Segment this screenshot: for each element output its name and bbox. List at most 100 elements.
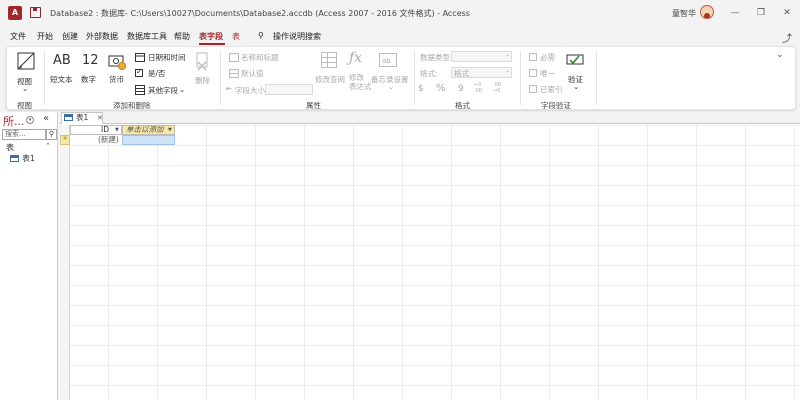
currency-icon <box>108 55 126 70</box>
minimize-button[interactable]: — <box>728 6 742 20</box>
required-label: 必需 <box>540 53 555 62</box>
field-size-icon: ⇤ <box>226 84 233 93</box>
modify-lookups-button[interactable]: 修改查阅 <box>315 74 345 85</box>
delete-button[interactable]: 删除 <box>195 75 210 86</box>
nav-item-table1[interactable]: 表1 <box>10 153 35 164</box>
column-sort-chevron-icon[interactable]: ▼ <box>115 126 119 134</box>
data-type-select[interactable] <box>451 51 512 62</box>
validation-icon <box>566 54 584 65</box>
nav-group-collapse-icon[interactable]: ⌃ <box>45 142 51 150</box>
collapse-ribbon-chevron-icon[interactable]: ⌄ <box>776 50 784 60</box>
function-fx-icon: ƒx <box>349 50 363 66</box>
format-chevron-icon[interactable]: ⌄ <box>505 67 510 74</box>
field-size-input[interactable] <box>265 84 313 95</box>
column-header-click-to-add[interactable]: 单击以添加 ▼ <box>122 125 175 135</box>
save-icon[interactable] <box>30 7 41 18</box>
access-app-icon[interactable]: A <box>8 6 22 20</box>
search-icon[interactable]: ⚲ <box>46 129 57 140</box>
unique-label: 唯一 <box>540 69 555 78</box>
currency-format-button[interactable]: $ <box>418 84 424 94</box>
svg-text:ab: ab <box>382 57 391 65</box>
datasheet-area: 表1 ✕ ID ▼ 单击以添加 ▼ * (新建) <box>59 112 800 400</box>
validation-chevron-icon[interactable]: ⌄ <box>573 82 579 91</box>
field-size-label: 字段大小 <box>235 86 265 95</box>
document-tab-table1[interactable]: 表1 ✕ <box>61 112 103 124</box>
divider <box>44 51 45 105</box>
table-icon <box>64 114 73 121</box>
currency-button[interactable]: 货币 <box>109 74 124 85</box>
yes-no-checkbox-icon <box>135 67 143 77</box>
tell-me-search[interactable]: 操作说明搜索 <box>273 31 321 42</box>
tab-home[interactable]: 开始 <box>37 31 53 42</box>
title-bar: A Database2 : 数据库- C:\Users\10027\Docume… <box>0 0 800 28</box>
data-type-label: 数据类型: <box>420 53 453 62</box>
close-button[interactable]: ✕ <box>780 6 794 20</box>
new-record-id-cell[interactable]: (新建) <box>70 135 122 145</box>
name-caption-icon <box>229 53 239 62</box>
share-icon[interactable]: ⤴ <box>782 30 792 45</box>
date-time-button[interactable]: 日期和时间 <box>148 52 186 63</box>
nav-pane-title[interactable]: 所... <box>3 113 25 129</box>
active-tab-indicator <box>199 43 225 45</box>
required-checkbox[interactable] <box>529 53 537 61</box>
modify-lookups-icon <box>321 52 337 68</box>
nav-search-input[interactable]: 搜索... <box>2 129 46 140</box>
unique-checkbox[interactable] <box>529 69 537 77</box>
datasheet-grid[interactable] <box>59 125 800 400</box>
user-name[interactable]: 童智华 <box>672 8 696 19</box>
new-record-marker: * <box>60 135 70 145</box>
ribbon-tabs: 文件 开始 创建 外部数据 数据库工具 帮助 表字段 表 ⚲ 操作说明搜索 <box>0 28 800 46</box>
yes-no-button[interactable]: 是/否 <box>148 68 166 79</box>
indexed-label: 已索引 <box>540 85 563 94</box>
short-text-icon: AB <box>53 53 71 68</box>
column-sort-chevron-icon[interactable]: ▼ <box>168 126 172 134</box>
tab-file[interactable]: 文件 <box>10 31 26 42</box>
new-record-add-cell[interactable] <box>122 135 175 145</box>
tab-database-tools[interactable]: 数据库工具 <box>127 31 167 42</box>
tab-help[interactable]: 帮助 <box>174 31 190 42</box>
nav-pane-collapse-icon[interactable]: « <box>43 113 49 124</box>
nav-group-tables[interactable]: 表 <box>6 142 14 153</box>
more-fields-button[interactable]: 其他字段 <box>148 85 178 96</box>
tab-table-fields[interactable]: 表字段 <box>199 31 223 42</box>
view-icon <box>17 52 35 70</box>
data-type-chevron-icon[interactable]: ⌄ <box>505 51 510 58</box>
close-icon[interactable]: ✕ <box>97 113 103 123</box>
column-header-id[interactable]: ID ▼ <box>70 125 122 135</box>
avatar[interactable] <box>700 5 714 19</box>
document-tab-strip: 表1 ✕ <box>59 112 800 124</box>
divider <box>596 51 597 105</box>
comma-format-button[interactable]: 9 <box>458 84 464 94</box>
default-value-icon <box>229 69 239 78</box>
ribbon: 视图 ⌄ 视图 AB 短文本 12 数字 货币 日期和时间 是/否 其他字段 ⌄… <box>6 46 796 110</box>
tab-create[interactable]: 创建 <box>62 31 78 42</box>
column-header-label: ID <box>101 125 109 134</box>
group-label-field-validation: 字段验证 <box>541 101 571 110</box>
name-caption-button[interactable]: 名称和标题 <box>241 52 279 63</box>
decrease-decimals-button[interactable]: .00 →0 <box>493 82 501 94</box>
restore-button[interactable]: ❐ <box>754 6 768 20</box>
view-dropdown-chevron-icon[interactable]: ⌄ <box>22 84 28 93</box>
format-select-value: 格式 <box>454 69 469 78</box>
percent-format-button[interactable]: % <box>436 83 446 94</box>
group-label-add-delete: 添加和删除 <box>113 101 151 110</box>
number-button[interactable]: 数字 <box>81 74 96 85</box>
memo-settings-chevron-icon[interactable]: ⌄ <box>388 82 394 91</box>
increase-decimals-button[interactable]: ←0 .00 <box>474 82 482 94</box>
nav-item-label: 表1 <box>22 154 36 163</box>
memo-settings-icon: ab <box>379 53 397 67</box>
nav-pane-menu-chevron-icon[interactable]: ▾ <box>26 116 34 124</box>
window-title: Database2 : 数据库- C:\Users\10027\Document… <box>50 9 470 18</box>
tab-table[interactable]: 表 <box>232 31 240 42</box>
tab-external-data[interactable]: 外部数据 <box>86 31 118 42</box>
format-label: 格式: <box>420 69 438 78</box>
lightbulb-icon: ⚲ <box>258 31 264 40</box>
group-label-views: 视图 <box>17 101 32 110</box>
default-value-button[interactable]: 默认值 <box>241 68 264 79</box>
more-fields-chevron-icon[interactable]: ⌄ <box>179 85 185 94</box>
document-tab-label: 表1 <box>76 113 89 122</box>
indexed-checkbox[interactable] <box>529 85 537 93</box>
short-text-button[interactable]: 短文本 <box>50 74 73 85</box>
modify-expression-button[interactable]: 修改 表达式 <box>349 73 372 91</box>
delete-field-icon <box>196 52 208 71</box>
